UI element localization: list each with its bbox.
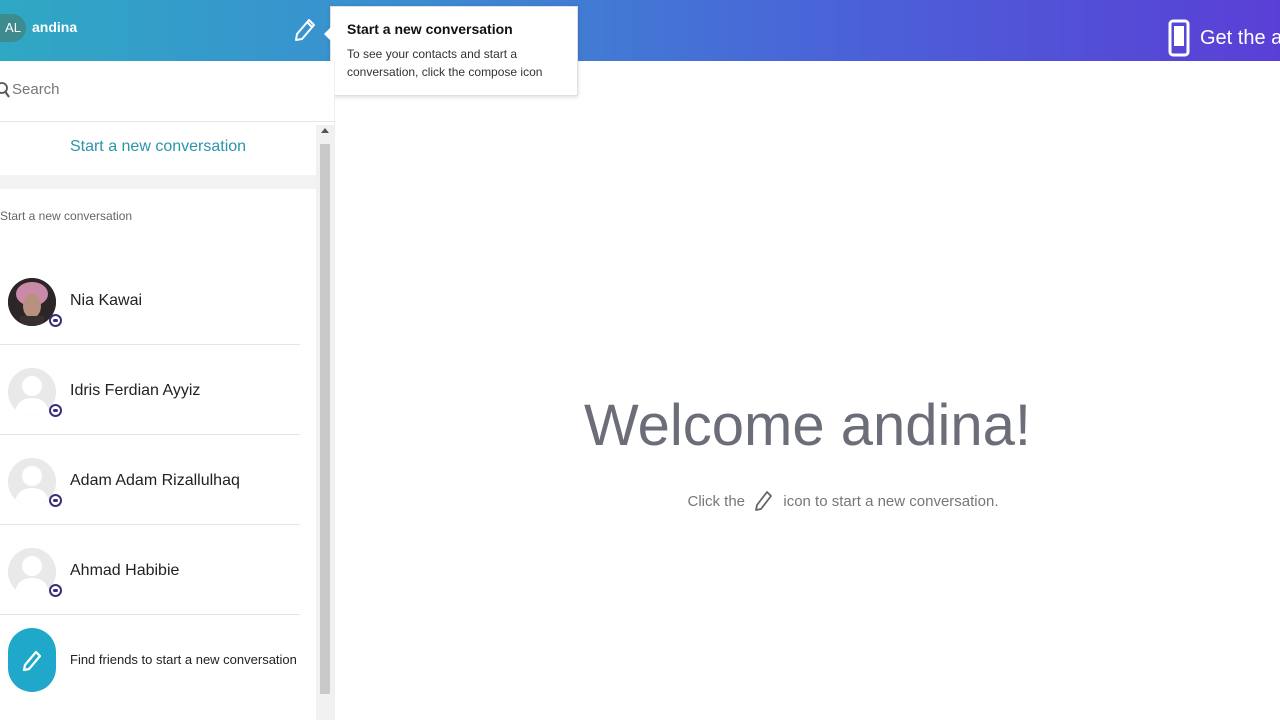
compose-icon — [295, 19, 315, 41]
pencil-icon — [753, 486, 775, 518]
status-indicator — [49, 584, 62, 597]
search-bar[interactable]: Search — [0, 61, 334, 122]
hint-text-after: icon to start a new conversation. — [783, 492, 999, 510]
find-friends-item[interactable]: Find friends to start a new conversation — [0, 616, 300, 706]
contact-name: Ahmad Habibie — [70, 562, 180, 579]
contact-name: Adam Adam Rizallulhaq — [70, 472, 240, 489]
contact-name: Idris Ferdian Ayyiz — [70, 382, 201, 399]
search-icon — [0, 82, 10, 98]
contact-item[interactable]: Ahmad Habibie — [0, 526, 300, 615]
section-divider — [0, 175, 316, 189]
get-the-app-label: Get the app — [1200, 26, 1280, 49]
search-input[interactable]: Search — [12, 81, 60, 98]
contact-item[interactable]: Idris Ferdian Ayyiz — [0, 346, 300, 435]
pencil-icon — [22, 650, 42, 672]
contact-name: Nia Kawai — [70, 292, 143, 309]
scroll-up-arrow[interactable] — [321, 128, 329, 133]
find-friends-label: Find friends to start a new conversation — [70, 652, 297, 667]
sidebar: Search Start a new conversation Start a … — [0, 61, 334, 720]
user-name[interactable]: andina — [32, 19, 77, 35]
panel-divider — [334, 61, 335, 720]
tooltip-text: To see your contacts and start a convers… — [347, 47, 543, 79]
status-indicator — [49, 314, 62, 327]
status-indicator — [49, 404, 62, 417]
phone-icon — [1168, 19, 1190, 57]
sidebar-scrollbar[interactable] — [316, 125, 334, 720]
compose-tooltip: Start a new conversation To see your con… — [324, 6, 578, 96]
tooltip-title: Start a new conversation — [347, 21, 513, 37]
contact-item[interactable]: Nia Kawai — [0, 256, 300, 345]
start-conversation-link[interactable]: Start a new conversation — [0, 121, 316, 177]
welcome-heading: Welcome andina! — [583, 393, 1032, 458]
status-indicator — [49, 494, 62, 507]
get-the-app-link[interactable]: Get the app — [1166, 18, 1280, 58]
section-label: Start a new conversation — [0, 209, 133, 223]
scroll-thumb[interactable] — [320, 144, 330, 694]
contact-item[interactable]: Adam Adam Rizallulhaq — [0, 436, 300, 525]
compose-button[interactable] — [292, 16, 318, 44]
user-avatar[interactable]: AL — [0, 14, 26, 42]
welcome-hint: Click the icon to start a new conversati… — [335, 486, 1280, 518]
top-bar: AL andina Get the app — [0, 0, 1280, 61]
hint-text-before: Click the — [687, 492, 746, 510]
find-friends-button[interactable] — [8, 628, 56, 692]
